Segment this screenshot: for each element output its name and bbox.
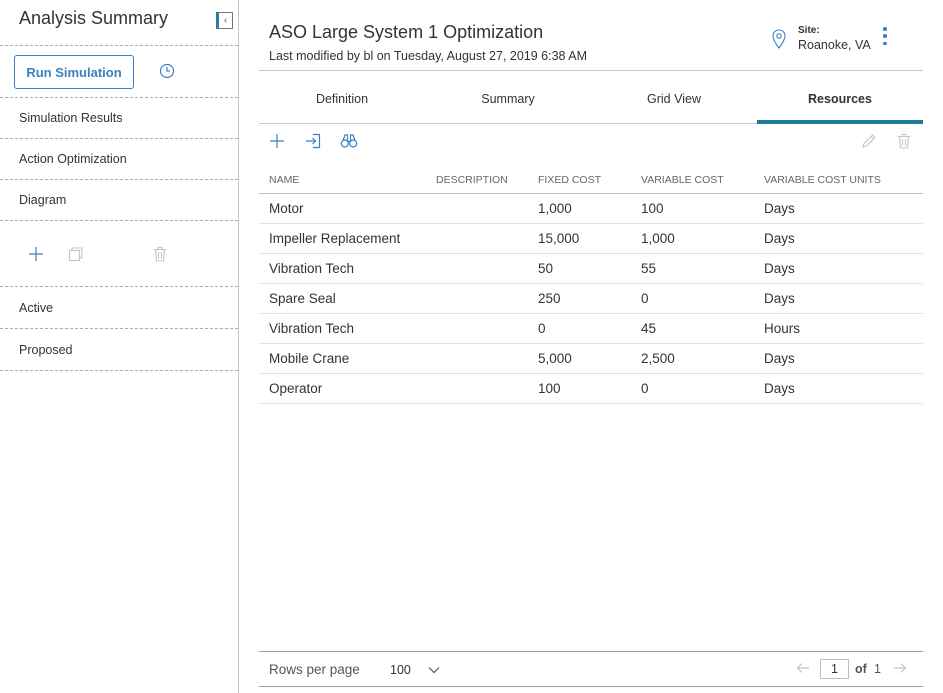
page-number-input[interactable] — [820, 659, 849, 679]
trash-icon[interactable] — [894, 131, 914, 151]
pencil-icon[interactable] — [859, 131, 879, 151]
sidebar-title: Analysis Summary — [19, 8, 169, 28]
sidebar-item-label: Action Optimization — [19, 152, 127, 166]
arrow-left-icon — [796, 663, 809, 673]
cell-fixed-cost: 1,000 — [538, 201, 572, 216]
cell-variable-cost: 55 — [641, 261, 657, 276]
total-pages: 1 — [874, 662, 881, 676]
resources-toolbar — [259, 126, 923, 156]
tab-summary[interactable]: Summary — [425, 71, 591, 123]
import-icon[interactable] — [303, 131, 323, 151]
clock-icon[interactable] — [159, 63, 175, 84]
kebab-dot-icon — [883, 41, 887, 45]
column-header-fixed-cost[interactable]: FIXED COST — [538, 174, 641, 186]
site-label: Site: — [798, 25, 820, 36]
cell-name: Operator — [269, 381, 323, 396]
arrow-right-icon — [894, 663, 907, 673]
kebab-dot-icon — [883, 27, 887, 31]
cell-variable-cost-units: Days — [764, 231, 795, 246]
sidebar-item-active[interactable]: Active — [0, 287, 238, 329]
cell-fixed-cost: 15,000 — [538, 231, 580, 246]
table-row[interactable]: Mobile Crane 5,000 2,500 Days — [259, 344, 923, 374]
table-row[interactable]: Vibration Tech 0 45 Hours — [259, 314, 923, 344]
sidebar-item-diagram[interactable]: Diagram — [0, 180, 238, 221]
cell-variable-cost: 0 — [641, 291, 649, 306]
cell-fixed-cost: 5,000 — [538, 351, 572, 366]
table-row[interactable]: Operator 100 0 Days — [259, 374, 923, 404]
plus-icon[interactable] — [27, 245, 45, 263]
sidebar-actions: Run Simulation — [0, 46, 238, 98]
sidebar-item-simulation-results[interactable]: Simulation Results — [0, 98, 238, 139]
sidebar-item-label: Active — [19, 301, 54, 315]
trash-icon[interactable] — [151, 245, 169, 263]
cell-name: Motor — [269, 201, 304, 216]
tab-resources[interactable]: Resources — [757, 71, 923, 124]
sidebar-header: Analysis Summary ‹ — [0, 0, 238, 46]
cell-name: Vibration Tech — [269, 321, 355, 336]
cell-fixed-cost: 250 — [538, 291, 561, 306]
copy-icon[interactable] — [66, 245, 84, 263]
location-pin-icon — [772, 29, 786, 54]
cell-variable-cost: 100 — [641, 201, 664, 216]
cell-fixed-cost: 50 — [538, 261, 554, 276]
previous-page-button[interactable] — [796, 661, 810, 680]
chevron-down-icon — [428, 663, 440, 677]
main-panel: ASO Large System 1 Optimization Last mod… — [240, 0, 943, 693]
tab-grid-view[interactable]: Grid View — [591, 71, 757, 123]
last-modified-text: Last modified by bl on Tuesday, August 2… — [269, 49, 588, 63]
page-of-label: of — [855, 662, 867, 676]
table-row[interactable]: Spare Seal 250 0 Days — [259, 284, 923, 314]
tab-bar: Definition Summary Grid View Resources — [259, 70, 923, 124]
binoculars-icon[interactable] — [339, 131, 359, 151]
left-sidebar: Analysis Summary ‹ Run Simulation Simula… — [0, 0, 239, 693]
rows-per-page-select[interactable]: 100 — [390, 661, 440, 679]
page-title: ASO Large System 1 Optimization — [269, 22, 544, 42]
cell-variable-cost-units: Days — [764, 291, 795, 306]
next-page-button[interactable] — [893, 661, 907, 680]
column-header-name[interactable]: NAME — [259, 174, 426, 186]
cell-variable-cost-units: Days — [764, 261, 795, 276]
sidebar-item-label: Diagram — [19, 193, 67, 207]
resources-table: NAME DESCRIPTION FIXED COST VARIABLE COS… — [259, 166, 923, 404]
kebab-dot-icon — [883, 34, 887, 38]
cell-name: Vibration Tech — [269, 261, 355, 276]
plus-icon[interactable] — [267, 131, 287, 151]
more-options-button[interactable] — [880, 27, 890, 45]
cell-variable-cost-units: Hours — [764, 321, 801, 336]
cell-variable-cost-units: Days — [764, 201, 795, 216]
cell-fixed-cost: 0 — [538, 321, 546, 336]
table-row[interactable]: Impeller Replacement 15,000 1,000 Days — [259, 224, 923, 254]
table-row[interactable]: Vibration Tech 50 55 Days — [259, 254, 923, 284]
sidebar-item-label: Simulation Results — [19, 111, 123, 125]
sidebar-item-label: Proposed — [19, 343, 73, 357]
rows-per-page-label: Rows per page — [269, 662, 360, 677]
collapse-sidebar-button[interactable]: ‹ — [216, 12, 233, 29]
cell-variable-cost-units: Days — [764, 351, 795, 366]
cell-variable-cost-units: Days — [764, 381, 795, 396]
sidebar-tools — [0, 221, 238, 287]
cell-variable-cost: 2,500 — [641, 351, 675, 366]
table-row[interactable]: Motor 1,000 100 Days — [259, 194, 923, 224]
cell-name: Mobile Crane — [269, 351, 350, 366]
sidebar-item-action-optimization[interactable]: Action Optimization — [0, 139, 238, 180]
column-header-description[interactable]: DESCRIPTION — [426, 174, 538, 186]
site-value: Roanoke, VA — [798, 38, 871, 52]
chevron-left-icon: ‹ — [223, 14, 228, 26]
table-header: NAME DESCRIPTION FIXED COST VARIABLE COS… — [259, 166, 923, 194]
pagination-bar: Rows per page 100 of 1 — [259, 651, 923, 687]
cell-name: Spare Seal — [269, 291, 336, 306]
cell-name: Impeller Replacement — [269, 231, 401, 246]
cell-variable-cost: 1,000 — [641, 231, 675, 246]
sidebar-item-proposed[interactable]: Proposed — [0, 329, 238, 371]
cell-variable-cost: 0 — [641, 381, 649, 396]
column-header-variable-cost[interactable]: VARIABLE COST — [641, 174, 764, 186]
rows-per-page-value: 100 — [390, 663, 411, 677]
run-simulation-button[interactable]: Run Simulation — [14, 55, 134, 89]
tab-definition[interactable]: Definition — [259, 71, 425, 123]
column-header-variable-cost-units[interactable]: VARIABLE COST UNITS — [764, 174, 923, 186]
cell-variable-cost: 45 — [641, 321, 657, 336]
cell-fixed-cost: 100 — [538, 381, 561, 396]
